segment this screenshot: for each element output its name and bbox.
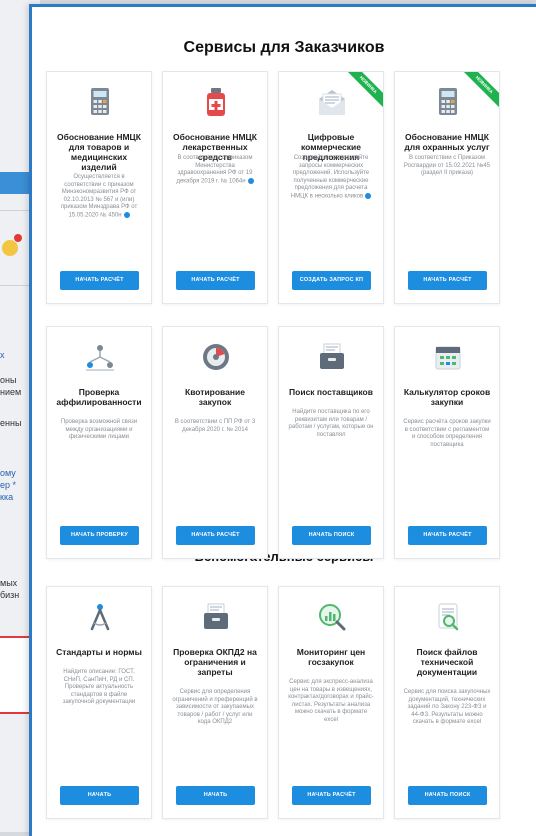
card-title: Обоснование НМЦК для товаров и медицинск…: [57, 132, 141, 172]
card-description: Проверка возможной связи между организац…: [60, 419, 138, 440]
network-icon: [84, 341, 116, 373]
service-card: Проверка ОКПД2 на ограничения и запреты С…: [162, 586, 268, 819]
service-card: Квотирование закупок В соответствии с ПП …: [162, 326, 268, 559]
service-card: Калькулятор сроков закупки Сервис расчёта…: [394, 326, 500, 559]
card-title: Обоснование НМЦК для охранных услуг: [404, 132, 490, 152]
bg-text: ер *: [0, 480, 17, 490]
main-section-title: Сервисы для Заказчиков: [183, 39, 385, 56]
card-title: Поиск файлов технической документации: [416, 647, 478, 677]
chart-magnifier-icon: [316, 601, 348, 633]
bg-text: енны: [0, 418, 22, 428]
service-card: Стандарты и нормы Найдите описание: ГОСТ,…: [46, 586, 152, 819]
card-action-button[interactable]: НАЧАТЬ ПРОВЕРКУ: [60, 526, 139, 545]
notification-badge: [14, 234, 22, 242]
card-action-button[interactable]: НАЧАТЬ РАСЧЁТ: [292, 786, 371, 805]
info-icon[interactable]: [247, 177, 254, 184]
card-description: Сервис расчёта сроков закупки в соответс…: [403, 419, 491, 448]
card-action-button[interactable]: НАЧАТЬ: [176, 786, 255, 805]
bg-text: ому: [0, 468, 16, 478]
bg-text: бизн: [0, 590, 20, 600]
card-action-button[interactable]: НАЧАТЬ РАСЧЁТ: [408, 526, 487, 545]
card-title: Стандарты и нормы: [56, 647, 142, 657]
card-action-button[interactable]: НАЧАТЬ РАСЧЁТ: [408, 271, 487, 290]
bg-text: нием: [0, 387, 22, 397]
card-description: Сервис для определения ограничений и пре…: [172, 689, 258, 725]
card-action-button[interactable]: НАЧАТЬ ПОИСК: [292, 526, 371, 545]
card-title: Проверка аффилированности: [56, 387, 142, 407]
card-title: Мониторинг цен госзакупок: [296, 647, 366, 667]
file-box-icon: [316, 341, 348, 373]
calculator-icon: [84, 86, 116, 118]
file-box-icon: [200, 601, 232, 633]
service-card: Цифровые коммерческие предложения Создава…: [278, 71, 384, 304]
calculator-icon: [432, 86, 464, 118]
card-action-button[interactable]: НАЧАТЬ: [60, 786, 139, 805]
card-action-button[interactable]: НАЧАТЬ РАСЧЁТ: [176, 526, 255, 545]
card-action-button[interactable]: НАЧАТЬ РАСЧЁТ: [176, 271, 255, 290]
bg-text: х: [0, 350, 5, 360]
bg-text: кка: [0, 492, 14, 502]
card-description: В соответствии с ПП РФ от 3 декабря 2020…: [174, 419, 256, 433]
service-card: Мониторинг цен госзакупок Сервис для эксп…: [278, 586, 384, 819]
card-description: Осуществляется в соответствии с приказом…: [60, 174, 138, 219]
card-description: Сервис для экспресс-анализа цен на товар…: [288, 679, 374, 723]
card-action-button[interactable]: СОЗДАТЬ ЗАПРОС КП: [292, 271, 371, 290]
services-modal: Сервисы для Заказчиков Вспомогательные с…: [29, 4, 536, 836]
service-card: Обоснование НМЦК лекарственных средств В …: [162, 71, 268, 304]
info-icon[interactable]: [365, 192, 372, 199]
card-title: Проверка ОКПД2 на ограничения и запреты: [173, 647, 257, 677]
card-description: Найдите поставщика по его реквизитам или…: [288, 409, 374, 438]
bg-text: оны: [0, 375, 17, 385]
notification-icon: [2, 240, 18, 256]
info-icon[interactable]: [123, 211, 130, 218]
card-description: Найдите описание: ГОСТ, СНиП, СанПиН, РД…: [62, 669, 136, 705]
envelope-icon: [316, 86, 348, 118]
service-card: Обоснование НМЦК для товаров и медицинск…: [46, 71, 152, 304]
document-search-icon: [432, 601, 464, 633]
service-card: Поиск файлов технической документации Сер…: [394, 586, 500, 819]
card-description: Сервис для поиска закупочных документаци…: [403, 689, 491, 725]
service-card: Обоснование НМЦК для охранных услуг В соо…: [394, 71, 500, 304]
card-description: В соответствии с Приказом Росгвардии от …: [403, 155, 491, 176]
service-card: Поиск поставщиков Найдите поставщика по е…: [278, 326, 384, 559]
card-title: Поиск поставщиков: [289, 387, 373, 397]
card-action-button[interactable]: НАЧАТЬ РАСЧЁТ: [60, 271, 139, 290]
card-description: Создавайте и отправляйте запросы коммерч…: [287, 155, 375, 201]
card-title: Калькулятор сроков закупки: [403, 387, 491, 407]
calendar-icon: [432, 341, 464, 373]
card-title: Квотирование закупок: [185, 387, 245, 407]
medicine-bottle-icon: [200, 86, 232, 118]
service-card: Проверка аффилированности Проверка возмож…: [46, 326, 152, 559]
card-action-button[interactable]: НАЧАТЬ ПОИСК: [408, 786, 487, 805]
compass-icon: [84, 601, 116, 633]
card-description: В соответствии с приказом Министерства з…: [176, 155, 254, 185]
bg-text: мых: [0, 578, 18, 588]
pie-chart-icon: [200, 341, 232, 373]
